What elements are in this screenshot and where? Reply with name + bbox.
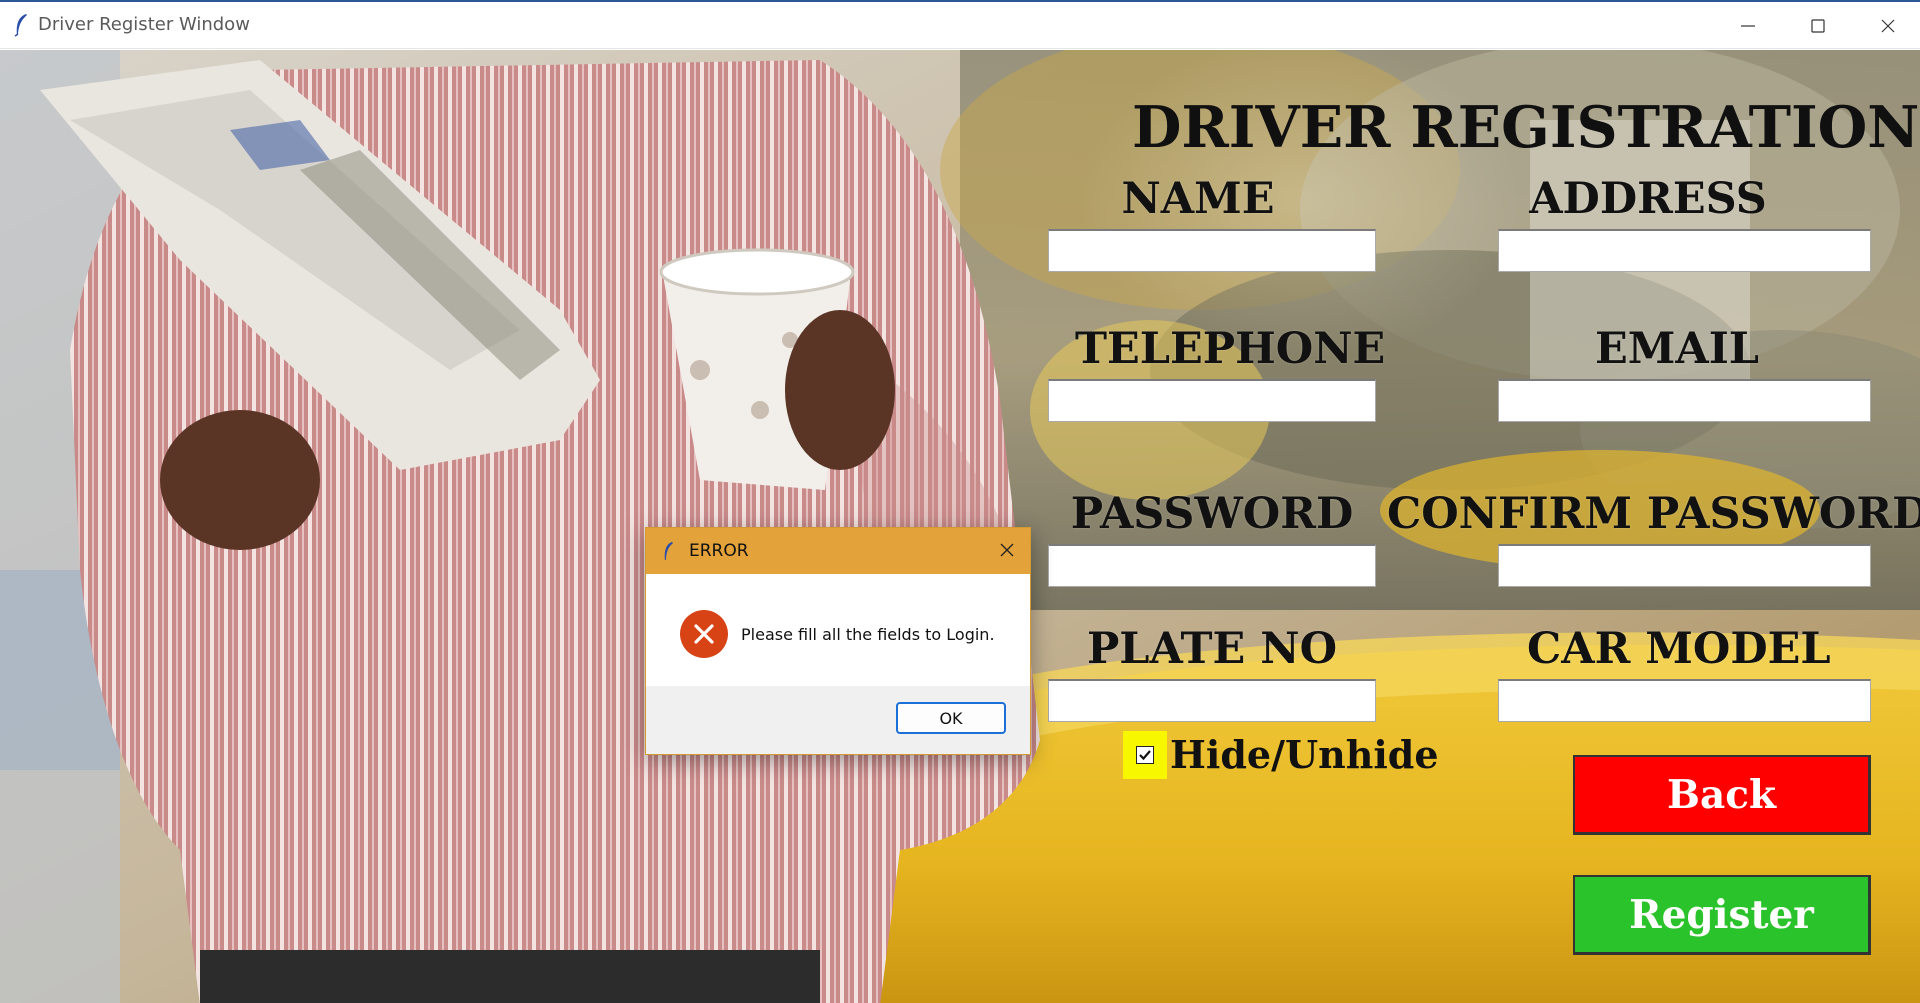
- hide-unhide-checkbox[interactable]: [1123, 731, 1167, 779]
- minimize-icon: [1741, 24, 1755, 27]
- plate-no-input[interactable]: [1048, 679, 1376, 722]
- error-icon: [680, 610, 728, 658]
- close-icon: [1881, 19, 1895, 32]
- checkmark-icon: [1139, 750, 1151, 761]
- dialog-title: ERROR: [689, 541, 749, 561]
- email-input[interactable]: [1498, 379, 1871, 422]
- close-button[interactable]: [1853, 2, 1920, 49]
- register-button[interactable]: Register: [1573, 875, 1871, 955]
- password-input[interactable]: [1048, 544, 1376, 587]
- close-icon: [1000, 543, 1014, 557]
- maximize-icon: [1811, 18, 1825, 33]
- dialog-title-bar: ERROR: [646, 528, 1030, 574]
- page-title: DRIVER REGISTRATION: [1132, 94, 1920, 161]
- title-bar: Driver Register Window: [0, 2, 1920, 49]
- plate-no-label: PLATE NO: [1086, 624, 1338, 674]
- confirm-password-input[interactable]: [1498, 544, 1871, 587]
- error-dialog: ERROR Please fill all the fields to Logi…: [645, 527, 1031, 755]
- dialog-message: Please fill all the fields to Login.: [741, 625, 995, 644]
- dialog-body: Please fill all the fields to Login.: [646, 574, 1030, 686]
- name-label: NAME: [1121, 174, 1275, 224]
- dialog-close-button[interactable]: [994, 537, 1020, 563]
- minimize-button[interactable]: [1713, 2, 1783, 49]
- checkbox-box[interactable]: [1136, 746, 1154, 764]
- client-area: DRIVER REGISTRATION NAME ADDRESS TELEPHO…: [0, 50, 1920, 1003]
- feather-icon: [664, 542, 673, 560]
- telephone-input[interactable]: [1048, 379, 1376, 422]
- address-input[interactable]: [1498, 229, 1871, 272]
- window-title: Driver Register Window: [38, 14, 250, 35]
- driver-register-window: Driver Register Window DRIVER REGISTRATI…: [0, 0, 1920, 1003]
- car-model-input[interactable]: [1498, 679, 1871, 722]
- back-button[interactable]: Back: [1573, 755, 1871, 835]
- telephone-label: TELEPHONE: [1075, 324, 1386, 374]
- name-input[interactable]: [1048, 229, 1376, 272]
- ok-button[interactable]: OK: [896, 702, 1006, 734]
- car-model-label: CAR MODEL: [1527, 624, 1831, 674]
- feather-icon: [14, 14, 27, 37]
- hide-unhide-label[interactable]: Hide/Unhide: [1170, 732, 1439, 777]
- maximize-button[interactable]: [1783, 2, 1853, 49]
- email-label: EMAIL: [1594, 324, 1760, 374]
- address-label: ADDRESS: [1529, 174, 1767, 224]
- confirm-password-label: CONFIRM PASSWORD: [1387, 489, 1920, 539]
- dialog-footer: OK: [646, 686, 1030, 754]
- password-label: PASSWORD: [1070, 489, 1354, 539]
